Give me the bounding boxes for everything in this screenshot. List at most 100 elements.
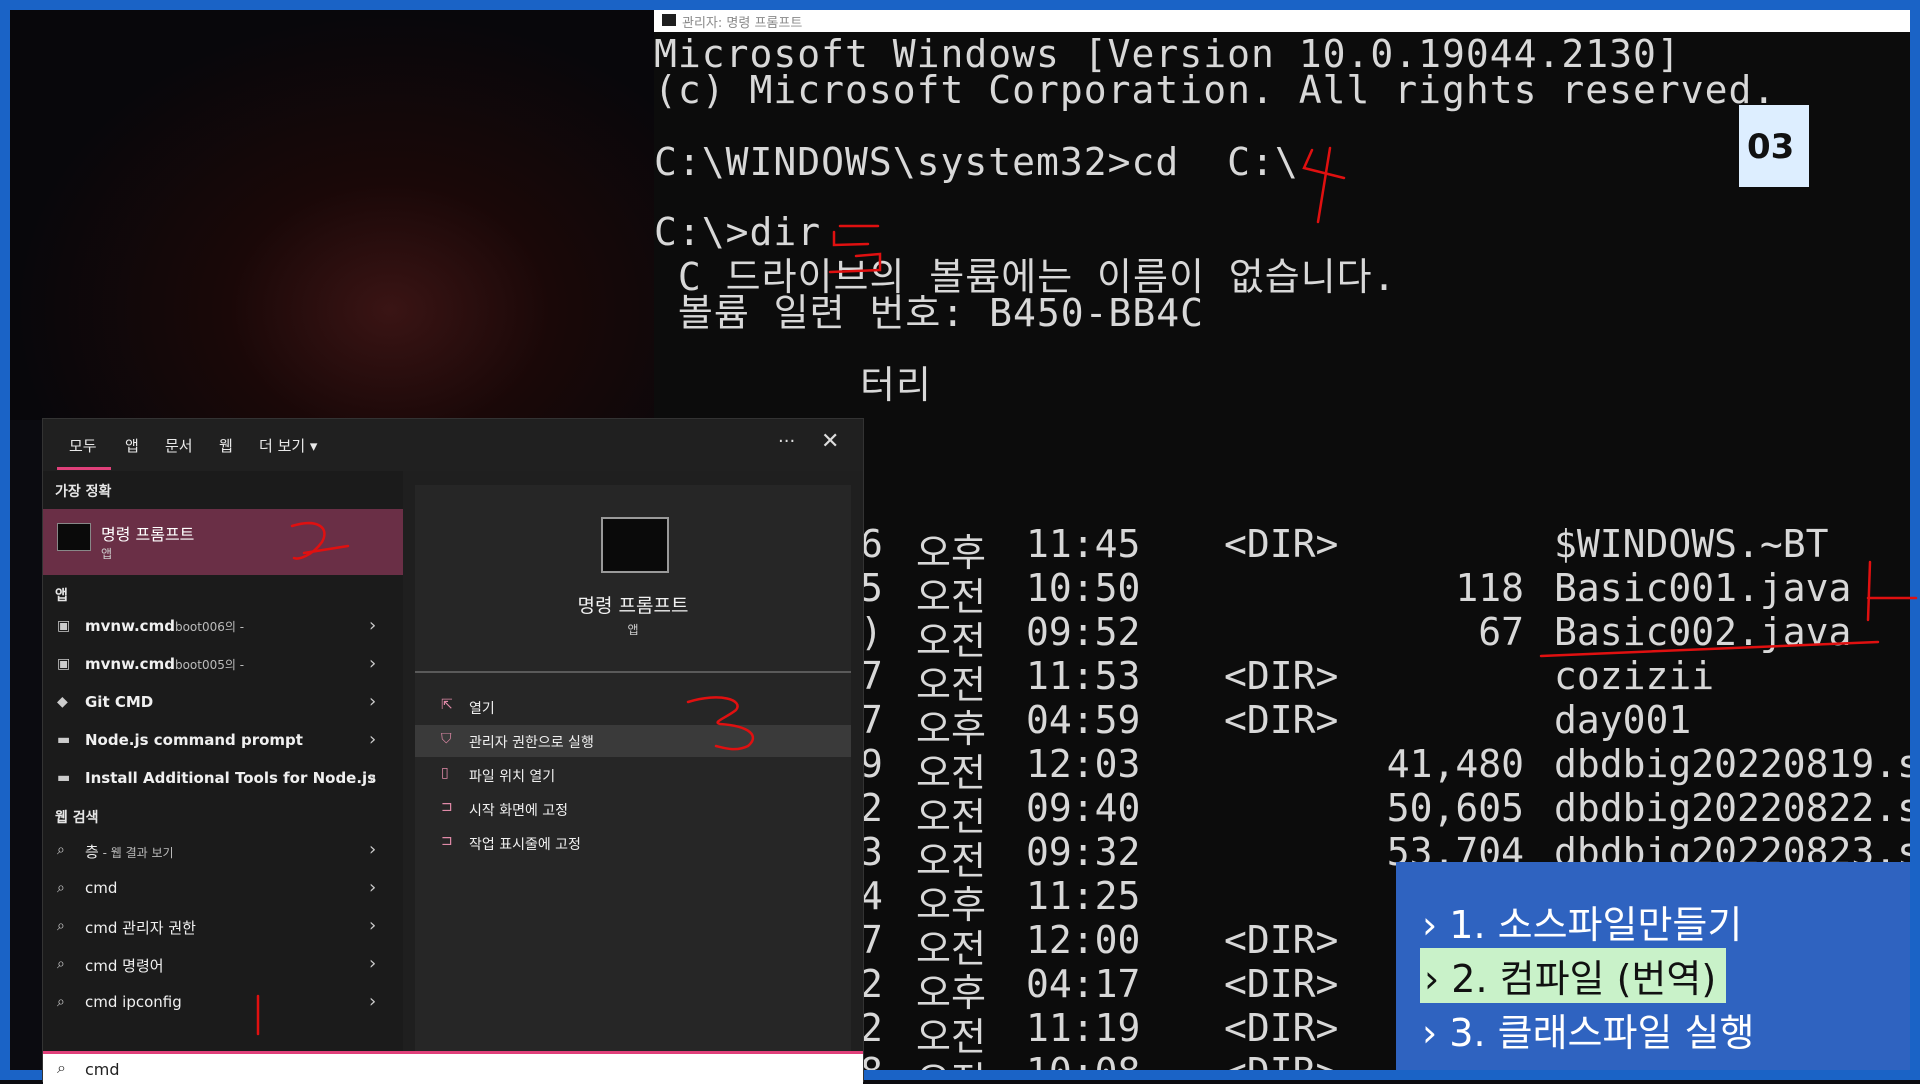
best-match-header: 가장 정확 [55, 484, 112, 500]
cmd-preview-icon [601, 517, 669, 573]
chevron-right-icon[interactable]: › [369, 767, 376, 788]
web-result-item[interactable]: ⌕ cmd 명령어 › [43, 947, 403, 983]
chevron-right-icon[interactable]: › [369, 991, 376, 1012]
action-label: 시작 화면에 고정 [469, 803, 569, 819]
search-icon: ⌕ [57, 956, 65, 972]
dir-ap: 오전 [916, 1050, 986, 1070]
dir-time: 11:45 [1026, 522, 1141, 566]
preview-type: 앱 [627, 623, 639, 637]
app-result-label: mvnw.cmdboot006의 - [85, 617, 244, 635]
folder-icon: ▯ [441, 765, 449, 781]
app-name: Node.js command prompt [85, 731, 303, 749]
dir-name: dbdbig20220822.sc [1554, 786, 1910, 830]
best-match-item[interactable]: 명령 프롬프트 앱 [43, 509, 403, 575]
app-icon: ◆ [57, 694, 68, 710]
dir-dir: <DIR> [1224, 962, 1339, 1006]
app-name: Install Additional Tools for Node.js [85, 769, 377, 787]
dir-name: day001 [1554, 698, 1692, 742]
web-result-item[interactable]: ⌕ cmd ipconfig › [43, 985, 403, 1021]
app-result-item[interactable]: ▣ mvnw.cmdboot006의 - › [43, 609, 403, 645]
action-label: 파일 위치 열기 [469, 769, 556, 785]
preview-action[interactable]: ⛉ 관리자 권한으로 실행 [415, 725, 851, 757]
app-result-item[interactable]: ▣ mvnw.cmdboot005의 - › [43, 647, 403, 683]
more-options-icon[interactable]: ··· [778, 431, 795, 452]
chevron-right-icon[interactable]: › [369, 953, 376, 974]
step-label: 3. 클래스파일 실행 [1449, 1011, 1755, 1055]
web-suffix: - 웹 결과 보기 [98, 846, 174, 860]
tab-all[interactable]: 모두 [69, 435, 97, 456]
open-icon: ⇱ [441, 697, 453, 713]
step-badge: 03 [1739, 105, 1809, 187]
chevron-right-icon[interactable]: › [369, 729, 376, 750]
dir-time: 04:17 [1026, 962, 1141, 1006]
terminal-line: (c) Microsoft Corporation. All rights re… [654, 68, 1777, 112]
active-tab-indicator [57, 467, 111, 470]
terminal-title: 관리자: 명령 프롬프트 [682, 16, 803, 31]
web-result-item[interactable]: ⌕ cmd 관리자 권한 › [43, 909, 403, 945]
chevron-right-icon[interactable]: › [369, 839, 376, 860]
search-icon: ⌕ [57, 918, 65, 934]
dir-dir: <DIR> [1224, 918, 1339, 962]
dir-dir: <DIR> [1224, 522, 1339, 566]
chevron-right-icon[interactable]: › [369, 877, 376, 898]
preview-pane: 명령 프롬프트 앱 ⇱ 열기 ⛉ 관리자 권한으로 실행 ▯ 파일 위치 열기 ⊐ 시작 화면… [415, 485, 851, 1081]
preview-action[interactable]: ⇱ 열기 [415, 691, 851, 723]
search-input[interactable]: cmd [85, 1060, 120, 1079]
tab-more[interactable]: 더 보기 ▾ [259, 435, 317, 456]
step-label: 2. 컴파일 (번역) [1451, 957, 1717, 1001]
tab-web[interactable]: 웹 [219, 435, 233, 456]
preview-action[interactable]: ▯ 파일 위치 열기 [415, 759, 851, 791]
app-result-item[interactable]: ◆ Git CMD › [43, 685, 403, 721]
search-icon: ⌕ [57, 880, 65, 896]
app-result-label: Node.js command prompt [85, 731, 303, 749]
dir-name: cozizii [1554, 654, 1715, 698]
web-result-item[interactable]: ⌕ 층 - 웹 결과 보기 › [43, 833, 403, 869]
app-result-label: Install Additional Tools for Node.js [85, 769, 376, 787]
app-icon: ▬ [57, 770, 71, 786]
search-tabs: 모두 앱 문서 웹 더 보기 ▾ ··· ✕ [43, 419, 863, 471]
desktop-wallpaper [10, 10, 654, 420]
web-query: cmd ipconfig [85, 993, 182, 1011]
web-result-item[interactable]: ⌕ cmd › [43, 871, 403, 907]
dir-time: 12:00 [1026, 918, 1141, 962]
start-menu-search[interactable]: 모두 앱 문서 웹 더 보기 ▾ ··· ✕ 가장 정확 명령 프롬프트 앱 앱… [42, 418, 864, 1084]
dir-dir: <DIR> [1224, 1006, 1339, 1050]
app-result-label: mvnw.cmdboot005의 - [85, 655, 244, 673]
app-name: Git CMD [85, 693, 154, 711]
app-result-item[interactable]: ▬ Node.js command prompt › [43, 723, 403, 759]
preview-action[interactable]: ⊐ 시작 화면에 고정 [415, 793, 851, 825]
chevron-right-icon[interactable]: › [369, 691, 376, 712]
chevron-right-icon[interactable]: › [369, 653, 376, 674]
chevron-right-icon[interactable]: › [369, 615, 376, 636]
pin-icon: ⊐ [441, 799, 453, 815]
app-result-item[interactable]: ▬ Install Additional Tools for Node.js › [43, 761, 403, 797]
app-icon: ▬ [57, 732, 71, 748]
shield-icon: ⛉ [441, 731, 452, 747]
terminal-titlebar[interactable]: 관리자: 명령 프롬프트 [654, 10, 1910, 32]
frame-right [1910, 0, 1920, 1080]
action-label: 열기 [469, 701, 495, 717]
web-query: cmd [85, 879, 118, 897]
tab-apps[interactable]: 앱 [125, 435, 139, 456]
web-result-label: cmd 명령어 [85, 955, 164, 976]
step-3: › 3. 클래스파일 실행 [1422, 1011, 1755, 1055]
search-box[interactable]: ⌕ cmd [43, 1051, 863, 1084]
terminal-line: 볼륨 일련 번호: B450-BB4C [654, 291, 1205, 335]
dir-time: 11:19 [1026, 1006, 1141, 1050]
preview-name: 명령 프롬프트 [577, 595, 689, 617]
app-suffix: boot006의 - [174, 620, 245, 634]
steps-panel: › 1. 소스파일만들기 › 2. 컴파일 (번역) › 3. 클래스파일 실행 [1396, 862, 1910, 1070]
close-icon[interactable]: ✕ [821, 429, 839, 454]
action-label: 작업 표시줄에 고정 [469, 837, 581, 853]
preview-action[interactable]: ⊐ 작업 표시줄에 고정 [415, 827, 851, 859]
dir-name: Basic001.java [1554, 566, 1852, 610]
tab-documents[interactable]: 문서 [165, 435, 193, 456]
chevron-right-icon[interactable]: › [369, 915, 376, 936]
dir-dir: <DIR> [1224, 1050, 1338, 1070]
terminal-line: C:\WINDOWS\system32>cd C:\ [654, 140, 1299, 184]
web-result-label: 층 - 웹 결과 보기 [85, 841, 174, 862]
app-name: mvnw.cmd [85, 655, 175, 673]
web-query: cmd 관리자 권한 [85, 919, 196, 937]
dir-dir: <DIR> [1224, 698, 1339, 742]
search-icon: ⌕ [57, 1058, 66, 1077]
